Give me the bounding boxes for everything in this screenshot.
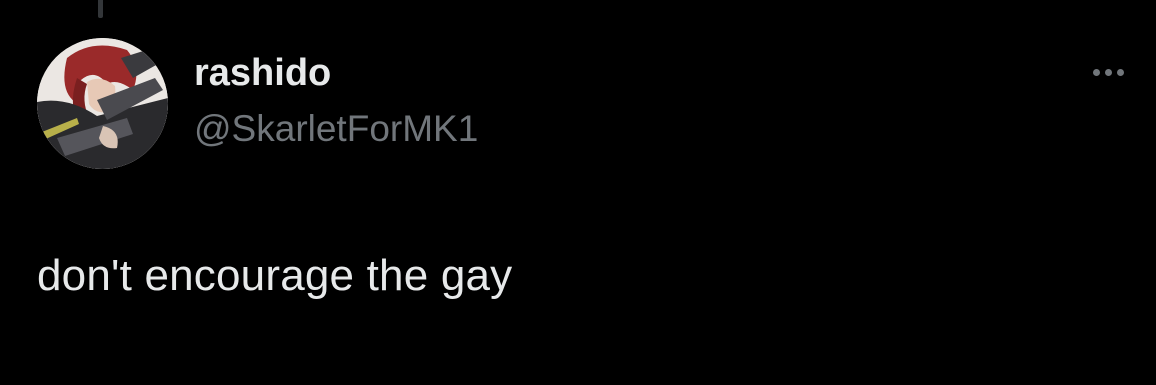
user-handle[interactable]: @SkarletForMK1	[194, 106, 478, 152]
thread-connector-line	[98, 0, 103, 18]
more-horizontal-icon-dot	[1104, 68, 1112, 76]
display-name[interactable]: rashido	[194, 50, 331, 96]
more-horizontal-icon	[1092, 68, 1100, 76]
avatar-image	[37, 38, 168, 169]
avatar[interactable]	[37, 38, 168, 169]
more-horizontal-icon-dot	[1116, 68, 1124, 76]
more-options-button[interactable]	[1080, 54, 1136, 90]
tweet-text: don't encourage the gay	[37, 251, 513, 300]
